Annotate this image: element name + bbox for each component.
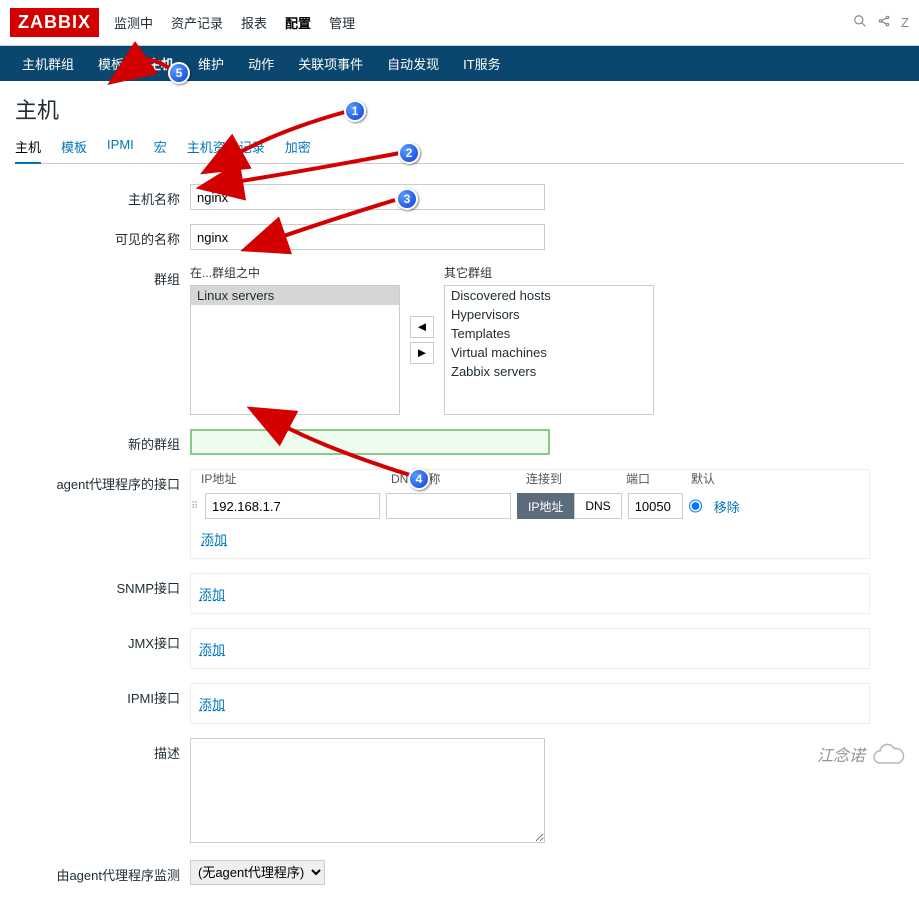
top-menu-inventory[interactable]: 资产记录 (171, 13, 223, 32)
group-option[interactable]: Virtual machines (445, 343, 653, 362)
top-menu-admin[interactable]: 管理 (329, 13, 355, 32)
snmp-iface-label: SNMP接口 (15, 573, 190, 597)
newgroup-label: 新的群组 (15, 429, 190, 453)
share-icon[interactable] (877, 14, 891, 31)
description-label: 描述 (15, 738, 190, 762)
user-letter[interactable]: Z (901, 15, 909, 30)
tab-macros[interactable]: 宏 (154, 137, 167, 157)
top-menu-configuration[interactable]: 配置 (285, 13, 311, 32)
tab-host[interactable]: 主机 (15, 137, 41, 164)
subnav-correlation[interactable]: 关联项事件 (286, 46, 375, 81)
iface-header-dns: DNS名称 (391, 470, 526, 487)
in-groups-listbox[interactable]: Linux servers (190, 285, 400, 415)
snmp-add-link[interactable]: 添加 (199, 582, 225, 605)
connect-dns-button[interactable]: DNS (574, 493, 621, 519)
top-menu: 监测中 资产记录 报表 配置 管理 (114, 13, 355, 32)
proxy-label: 由agent代理程序监测 (15, 860, 190, 884)
cloud-icon (871, 742, 907, 766)
sub-nav: 主机群组 模板 主机 维护 动作 关联项事件 自动发现 IT服务 (0, 46, 919, 81)
newgroup-input[interactable] (190, 429, 550, 455)
drag-handle-icon[interactable]: ⠿ (191, 501, 199, 512)
subnav-hosts[interactable]: 主机 (136, 46, 186, 81)
agent-remove-link[interactable]: 移除 (714, 497, 740, 516)
group-option[interactable]: Discovered hosts (445, 286, 653, 305)
subnav-hostgroups[interactable]: 主机群组 (10, 46, 86, 81)
watermark: 江念诺 (817, 742, 907, 766)
subnav-itservices[interactable]: IT服务 (451, 46, 513, 81)
visiblename-input[interactable] (190, 224, 545, 250)
agent-port-input[interactable] (628, 493, 683, 519)
tab-templates[interactable]: 模板 (61, 137, 87, 157)
move-left-button[interactable]: ◄ (410, 316, 434, 338)
top-menu-monitoring[interactable]: 监测中 (114, 13, 153, 32)
page-title: 主机 (0, 81, 919, 137)
visiblename-label: 可见的名称 (15, 224, 190, 248)
watermark-text: 江念诺 (817, 742, 865, 766)
other-groups-label: 其它群组 (444, 264, 654, 281)
agent-ip-input[interactable] (205, 493, 380, 519)
connect-ip-button[interactable]: IP地址 (517, 493, 574, 519)
subnav-maintenance[interactable]: 维护 (186, 46, 236, 81)
iface-header-port: 端口 (626, 470, 691, 487)
hostname-input[interactable] (190, 184, 545, 210)
tab-inventory[interactable]: 主机资产记录 (187, 137, 265, 157)
tab-ipmi[interactable]: IPMI (107, 137, 134, 157)
jmx-iface-label: JMX接口 (15, 628, 190, 652)
groups-label: 群组 (15, 264, 190, 288)
agent-default-radio[interactable] (689, 493, 702, 519)
move-right-button[interactable]: ► (410, 342, 434, 364)
hostname-label: 主机名称 (15, 184, 190, 208)
group-option[interactable]: Zabbix servers (445, 362, 653, 381)
description-textarea[interactable] (190, 738, 545, 843)
agent-iface-label: agent代理程序的接口 (15, 469, 190, 493)
top-menu-reports[interactable]: 报表 (241, 13, 267, 32)
subnav-discovery[interactable]: 自动发现 (375, 46, 451, 81)
agent-dns-input[interactable] (386, 493, 511, 519)
group-option[interactable]: Templates (445, 324, 653, 343)
jmx-add-link[interactable]: 添加 (199, 637, 225, 660)
tabs: 主机 模板 IPMI 宏 主机资产记录 加密 (15, 137, 904, 164)
proxy-select[interactable]: (无agent代理程序) (190, 860, 325, 885)
agent-add-link[interactable]: 添加 (201, 527, 227, 550)
subnav-actions[interactable]: 动作 (236, 46, 286, 81)
iface-header-connect: 连接到 (526, 470, 626, 487)
search-icon[interactable] (853, 14, 867, 31)
other-groups-listbox[interactable]: Discovered hosts Hypervisors Templates V… (444, 285, 654, 415)
group-option-linux[interactable]: Linux servers (191, 286, 399, 305)
group-option[interactable]: Hypervisors (445, 305, 653, 324)
subnav-templates[interactable]: 模板 (86, 46, 136, 81)
tab-encryption[interactable]: 加密 (285, 137, 311, 157)
zabbix-logo[interactable]: ZABBIX (10, 8, 99, 37)
iface-header-ip: IP地址 (201, 470, 391, 487)
ipmi-add-link[interactable]: 添加 (199, 692, 225, 715)
iface-header-default: 默认 (691, 470, 725, 487)
in-groups-label: 在...群组之中 (190, 264, 400, 281)
ipmi-iface-label: IPMI接口 (15, 683, 190, 707)
